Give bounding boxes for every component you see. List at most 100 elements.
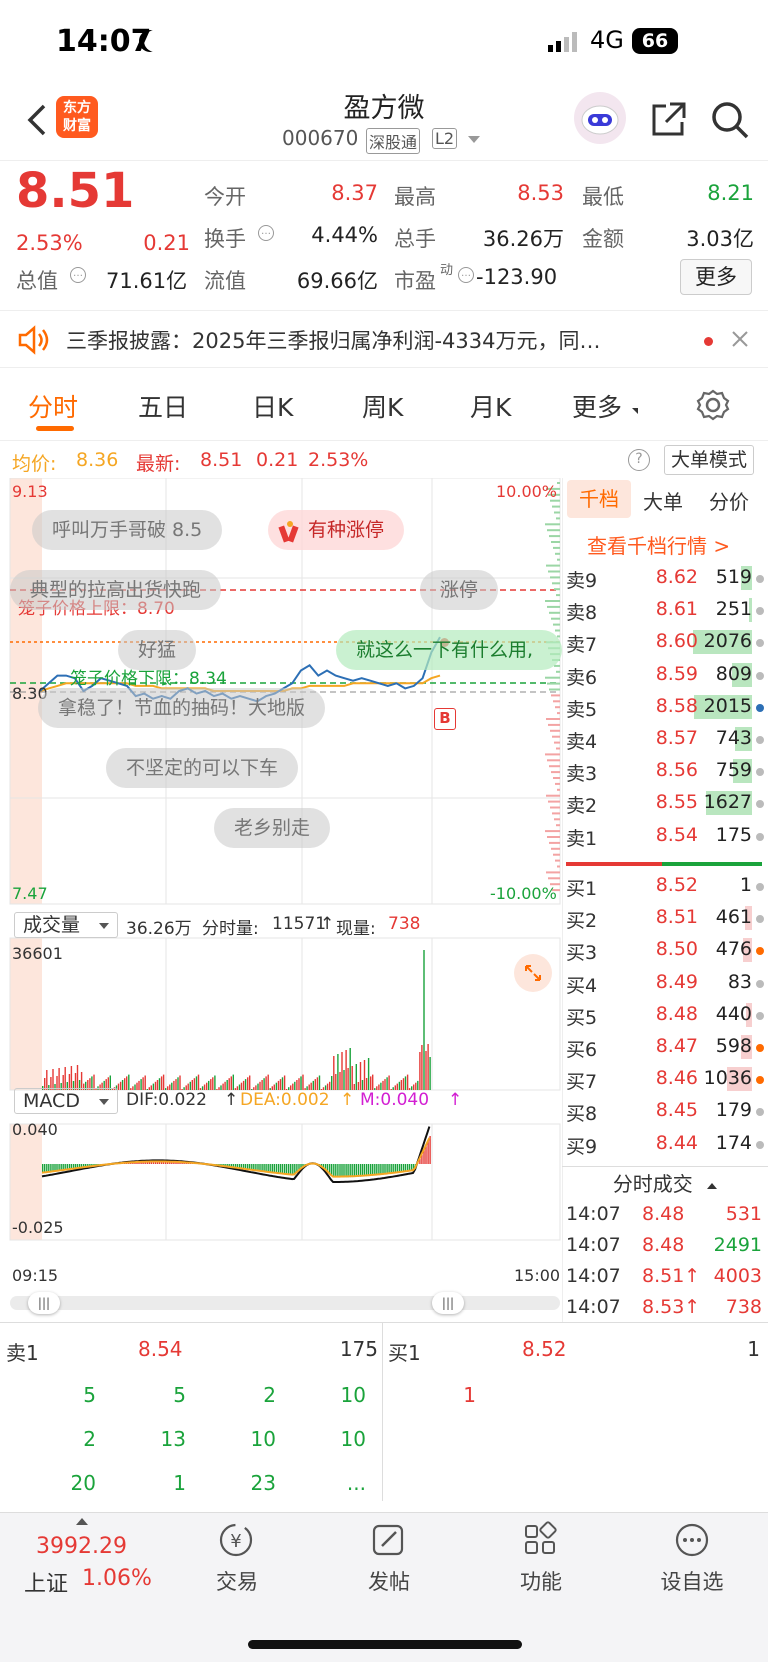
period-tabs: 分时 五日 日K 周K 月K 更多 (0, 372, 768, 438)
arrow-up-icon: ↑ (448, 1090, 463, 1110)
ask-row[interactable]: 卖3 8.56 759 (566, 755, 766, 787)
low-label: 最低 (582, 185, 624, 209)
more-button[interactable]: 更多 (680, 259, 752, 295)
slider-handle-left[interactable]: ||| (28, 1292, 60, 1314)
volume-selector[interactable]: 成交量 (14, 912, 118, 938)
spread-divider (566, 862, 662, 866)
bid-row[interactable]: 买9 8.44 174 (566, 1128, 766, 1160)
volume-bar (423, 950, 425, 1090)
depth-bar (551, 847, 560, 850)
bid-row[interactable]: 买7 8.46 1036 (566, 1063, 766, 1095)
ask-row[interactable]: 卖2 8.55 1627 (566, 787, 766, 819)
tab-monthly-k[interactable]: 月K (470, 388, 511, 424)
depth-bar (557, 712, 560, 715)
depth-bar (547, 605, 560, 608)
caret-down-icon[interactable] (468, 136, 480, 143)
depth-bar (546, 794, 560, 797)
ticks-header[interactable]: 分时成交 (562, 1166, 768, 1200)
info-line: 均价: 8.36 最新: 8.51 0.21 2.53% ? 大单模式 (0, 440, 768, 478)
depth-bar (545, 523, 560, 526)
nav-function[interactable]: 功能 (506, 1566, 576, 1596)
macd-bar (345, 1164, 347, 1178)
ask-row[interactable]: 卖4 8.57 743 (566, 723, 766, 755)
info-icon[interactable]: … (458, 267, 474, 283)
share-icon[interactable] (648, 100, 688, 140)
tab-more[interactable]: 更多 (572, 388, 622, 424)
tab-weekly-k[interactable]: 周K (362, 388, 403, 424)
orderbook-tab-price[interactable]: 分价 (709, 486, 749, 515)
expand-icon[interactable] (514, 954, 552, 992)
tick-qty: 531 (725, 1203, 762, 1225)
barrage-chip[interactable]: 不坚定的可以下车 (106, 748, 299, 788)
notice-bar[interactable]: 三季报披露：2025年三季报归属净利润-4334万元，同… (0, 310, 768, 368)
big-order-mode-button[interactable]: 大单模式 (664, 445, 755, 475)
depth-bar (556, 594, 560, 597)
ask-row[interactable]: 卖1 8.54 175 (566, 820, 766, 852)
buy-marker[interactable]: B (434, 708, 456, 730)
barrage-chip[interactable]: 涨停 (420, 570, 499, 610)
barrage-chip[interactable]: 典型的拉高出货快跑 (10, 570, 222, 610)
indicator-selector[interactable]: MACD (14, 1088, 118, 1114)
help-icon[interactable]: ? (628, 449, 650, 471)
barrage-chip[interactable]: 就这么一下有什么用, (336, 630, 562, 670)
index-name[interactable]: 上证 (24, 1566, 68, 1598)
dot-indicator (756, 1140, 764, 1149)
bid-row[interactable]: 买6 8.47 598 (566, 1031, 766, 1063)
volume-bar (349, 1048, 351, 1090)
tab-intraday[interactable]: 分时 (28, 388, 78, 424)
index-pct[interactable]: 1.06% (82, 1566, 152, 1591)
barrage-chip[interactable]: 拿稳了！节血的抽码！大地版 (38, 688, 326, 728)
nav-watchlist[interactable]: 设自选 (652, 1566, 732, 1596)
volume-bar (333, 1056, 335, 1090)
info-icon[interactable]: … (70, 267, 86, 283)
settings-gear-icon[interactable] (696, 388, 730, 422)
depth-link[interactable]: 查看千档行情 > (587, 530, 730, 559)
index-value[interactable]: 3992.29 (36, 1534, 127, 1559)
ask-row[interactable]: 卖5 8.58 2015 (566, 691, 766, 723)
tab-daily-k[interactable]: 日K (252, 388, 293, 424)
more-dots-icon[interactable] (672, 1520, 712, 1560)
orderbook-tab-depth[interactable]: 千档 (567, 480, 631, 518)
dot-indicator (756, 800, 764, 809)
latest-value: 8.51 (200, 449, 243, 471)
nav-post[interactable]: 发帖 (354, 1566, 424, 1596)
bid-row[interactable]: 买2 8.51 461 (566, 902, 766, 934)
post-edit-icon[interactable] (368, 1520, 408, 1560)
search-icon[interactable] (710, 100, 750, 140)
depth-bar (554, 741, 560, 744)
barrage-chip[interactable]: 有种涨停 (268, 510, 405, 550)
barrage-chip[interactable]: 呼叫万手哥破 8.5 (32, 510, 223, 550)
depth-bar (555, 859, 560, 862)
tick-row: 14:07 8.48 2491 (566, 1231, 766, 1261)
robot-avatar-icon[interactable] (574, 92, 626, 144)
nav-trade[interactable]: 交易 (202, 1566, 272, 1596)
barrage-chip[interactable]: 老乡别走 (214, 808, 331, 848)
barrage-chip[interactable]: 好猛 (118, 630, 197, 670)
depth-bar (553, 546, 560, 549)
bid-row[interactable]: 买4 8.49 83 (566, 967, 766, 999)
info-icon[interactable]: … (258, 225, 274, 241)
bid-row[interactable]: 买8 8.45 179 (566, 1095, 766, 1127)
volume-header: 成交量 36.26万 分时量: 11571 ↑ 现量: 738 (10, 910, 562, 940)
ask-row[interactable]: 卖7 8.60 2076 (566, 626, 766, 658)
depth-bars (545, 482, 560, 892)
ask-row[interactable]: 卖6 8.59 809 (566, 659, 766, 691)
ask-row[interactable]: 卖9 8.62 519 (566, 562, 766, 594)
ask-row[interactable]: 卖8 8.61 251 (566, 594, 766, 626)
close-icon[interactable] (730, 329, 750, 349)
trade-icon[interactable]: ¥ (216, 1520, 256, 1560)
time-range-slider[interactable] (10, 1296, 560, 1310)
bid-row[interactable]: 买3 8.50 476 (566, 934, 766, 966)
depth-bar (552, 582, 560, 585)
function-grid-icon[interactable] (520, 1520, 560, 1560)
orderbook-tab-big[interactable]: 大单 (643, 486, 683, 515)
bid-row[interactable]: 买5 8.48 440 (566, 999, 766, 1031)
depth-bar (551, 617, 560, 620)
volume-bar (425, 1051, 427, 1090)
notice-text: 三季报披露：2025年三季报归属净利润-4334万元，同… (66, 329, 601, 353)
level-label: 卖2 (566, 795, 598, 818)
amount-label: 金额 (582, 227, 624, 251)
bid-row[interactable]: 买1 8.52 1 (566, 870, 766, 902)
slider-handle-right[interactable]: ||| (432, 1292, 464, 1314)
tab-five-day[interactable]: 五日 (138, 388, 188, 424)
